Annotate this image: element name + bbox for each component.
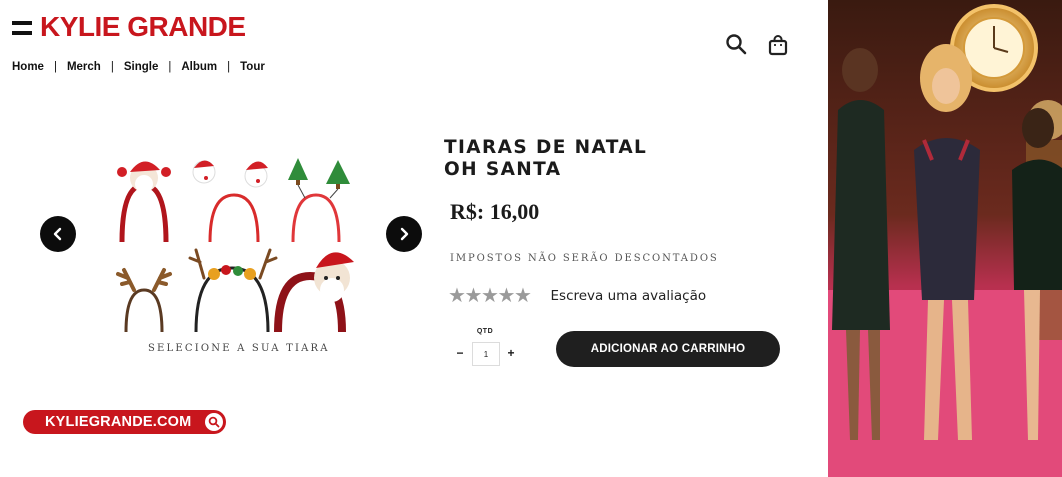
product-title-line-2: OH SANTA (444, 159, 562, 180)
headband-christmas-tree (288, 158, 350, 243)
product-title: TIARAS DE NATAL OH SANTA (444, 137, 647, 181)
nav-tour[interactable]: Tour (240, 61, 265, 73)
nav-separator: | (227, 61, 231, 73)
star-icon: ★ (497, 285, 516, 307)
rating-stars[interactable]: ★ ★ ★ ★ ★ (448, 285, 532, 307)
gallery-caption: SELECIONE A SUA TIARA (148, 343, 330, 354)
headband-plush-santa (274, 252, 354, 333)
quantity-input[interactable] (472, 342, 500, 366)
rating-row: ★ ★ ★ ★ ★ Escreva uma avaliação (448, 285, 707, 307)
promo-photo (828, 0, 1062, 477)
site-link-pill[interactable]: KYLIEGRANDE.COM (23, 410, 226, 434)
nav-home[interactable]: Home (12, 61, 44, 73)
site-logo[interactable]: KYLIE GRANDE (40, 12, 246, 42)
headband-santa (117, 161, 171, 243)
star-icon: ★ (514, 285, 532, 307)
search-icon[interactable] (725, 33, 747, 55)
nav-separator: | (168, 61, 172, 73)
chevron-left-icon (53, 227, 62, 241)
gallery-prev-button[interactable] (40, 216, 76, 252)
site-header: KYLIE GRANDE Home | Merch | Single | Alb… (0, 0, 828, 90)
hamburger-menu-icon[interactable] (12, 21, 32, 35)
quantity-increase-button[interactable]: + (504, 347, 518, 359)
nav-single[interactable]: Single (124, 61, 159, 73)
brand: KYLIE GRANDE (12, 12, 246, 42)
nav-merch[interactable]: Merch (67, 61, 101, 73)
quantity-label: QTD (476, 328, 494, 335)
product-gallery: SELECIONE A SUA TIARA (40, 140, 425, 365)
headband-floral-antlers (188, 248, 278, 333)
site-link-text: KYLIEGRANDE.COM (45, 414, 192, 430)
search-icon (205, 413, 223, 431)
chevron-right-icon (400, 227, 409, 241)
nav-album[interactable]: Album (181, 61, 217, 73)
nav-separator: | (110, 61, 114, 73)
write-review-link[interactable]: Escreva uma avaliação (551, 288, 707, 304)
product-image (116, 158, 354, 333)
headband-reindeer (116, 268, 172, 333)
product-price: R$: 16,00 (450, 199, 540, 224)
tax-note: IMPOSTOS NÃO SERÃO DESCONTADOS (450, 253, 719, 264)
quantity-stepper: QTD − + (450, 325, 520, 369)
nav-separator: | (53, 61, 57, 73)
gallery-next-button[interactable] (386, 216, 422, 252)
star-icon: ★ (481, 285, 499, 307)
star-icon: ★ (464, 285, 483, 307)
main-nav: Home | Merch | Single | Album | Tour (12, 61, 265, 73)
add-to-cart-button[interactable]: ADICIONAR AO CARRINHO (556, 331, 780, 367)
shopping-bag-icon[interactable] (767, 34, 789, 56)
headband-santa-pair (192, 160, 268, 243)
quantity-decrease-button[interactable]: − (453, 347, 467, 359)
product-title-line-1: TIARAS DE NATAL (444, 137, 648, 158)
star-icon: ★ (448, 285, 466, 307)
